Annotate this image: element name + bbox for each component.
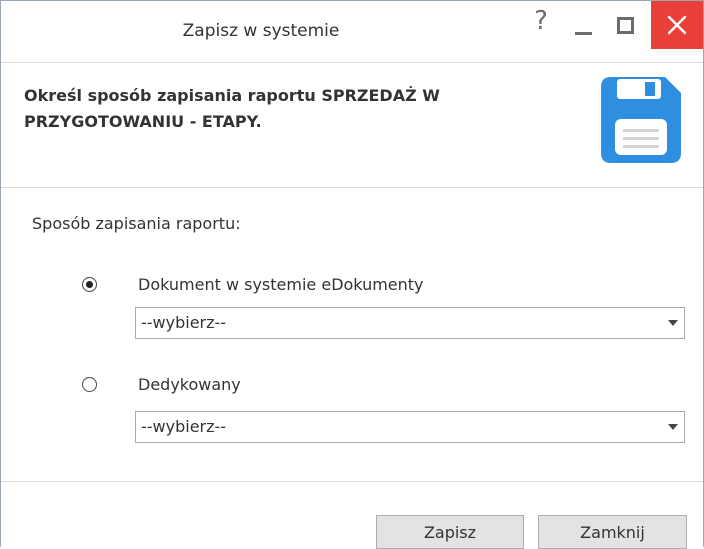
floppy-disk-icon [601, 77, 681, 163]
dedykowany-select[interactable]: --wybierz-- [135, 411, 685, 443]
dialog-window: Zapisz w systemie ? Określ sposób zapisa… [0, 0, 704, 549]
edokumenty-select-value: --wybierz-- [141, 313, 227, 332]
radio-label-edokumenty: Dokument w systemie eDokumenty [138, 274, 424, 294]
radio-button-unchecked[interactable] [82, 376, 97, 392]
dialog-header: Określ sposób zapisania raportu SPRZEDAŻ… [1, 62, 703, 188]
help-button[interactable]: ? [521, 1, 561, 49]
minimize-button[interactable] [563, 1, 603, 49]
radio-button-checked[interactable] [82, 276, 97, 292]
maximize-button[interactable] [605, 1, 645, 49]
save-button[interactable]: Zapisz [376, 515, 524, 549]
close-icon [667, 15, 687, 35]
radio-dedykowany[interactable]: Dedykowany [82, 373, 241, 395]
close-button[interactable] [651, 1, 703, 49]
dialog-content: Sposób zapisania raportu: Dokument w sys… [1, 188, 703, 480]
help-icon: ? [534, 6, 548, 36]
window-title: Zapisz w systemie [182, 21, 340, 41]
minimize-icon [574, 31, 592, 35]
close-dialog-button[interactable]: Zamknij [538, 515, 687, 549]
title-bar[interactable]: Zapisz w systemie ? [1, 1, 703, 62]
radio-edokumenty[interactable]: Dokument w systemie eDokumenty [82, 273, 424, 295]
edokumenty-select[interactable]: --wybierz-- [135, 307, 685, 339]
dedykowany-select-value: --wybierz-- [141, 417, 227, 436]
radio-label-dedykowany: Dedykowany [138, 374, 241, 394]
section-label: Sposób zapisania raportu: [32, 214, 241, 233]
maximize-icon [616, 16, 634, 34]
header-description: Określ sposób zapisania raportu SPRZEDAŻ… [24, 86, 440, 131]
dialog-footer: Zapisz Zamknij [1, 481, 703, 549]
chevron-down-icon [668, 424, 678, 430]
chevron-down-icon [668, 320, 678, 326]
